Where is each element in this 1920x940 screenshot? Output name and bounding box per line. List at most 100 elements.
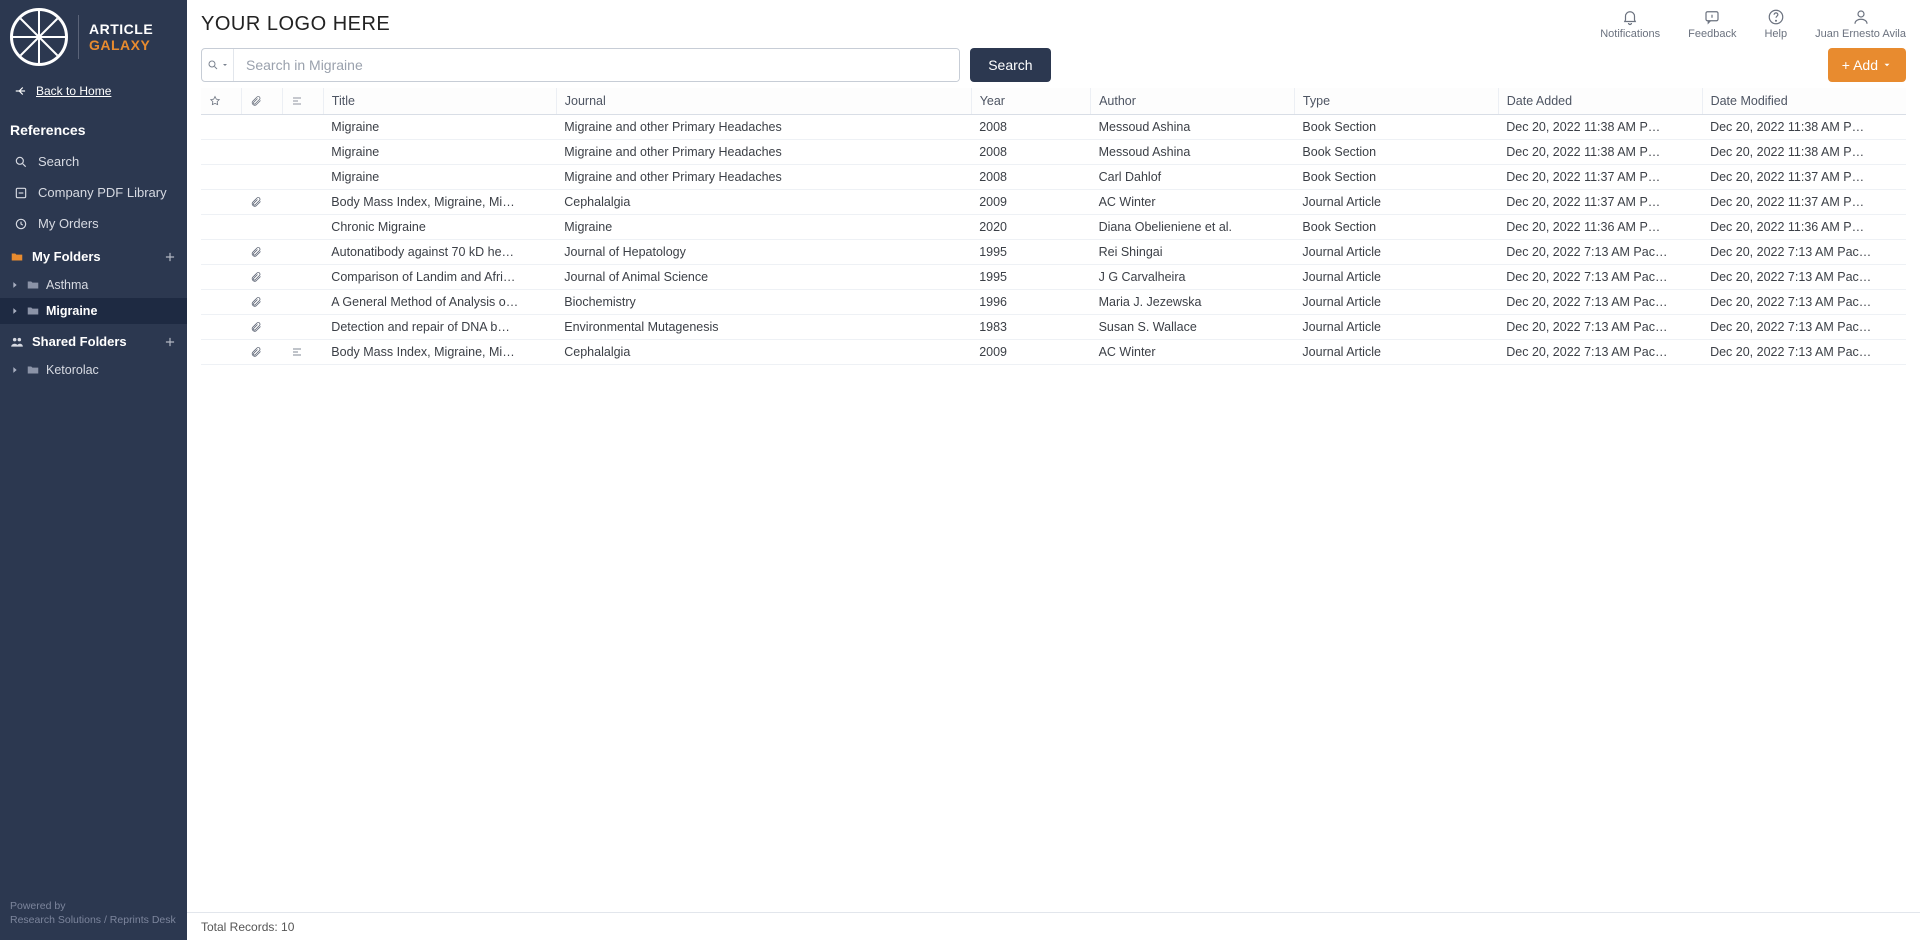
table-row[interactable]: Chronic MigraineMigraine2020Diana Obelie…	[201, 215, 1906, 240]
notifications-button[interactable]: Notifications	[1600, 8, 1660, 40]
add-folder-button[interactable]	[163, 250, 177, 264]
cell-title: Migraine	[323, 115, 556, 140]
cell-title: Body Mass Index, Migraine, Mi…	[323, 340, 556, 365]
cell-journal: Journal of Hepatology	[556, 240, 971, 265]
cell-note[interactable]	[283, 190, 324, 215]
cell-type: Book Section	[1294, 165, 1498, 190]
search-input[interactable]	[234, 49, 959, 81]
cell-star[interactable]	[201, 240, 242, 265]
cell-attachment[interactable]	[242, 140, 283, 165]
folder-label: Migraine	[46, 304, 97, 318]
col-date-added[interactable]: Date Added	[1498, 88, 1702, 115]
table-container[interactable]: Title Journal Year Author Type Date Adde…	[187, 88, 1920, 912]
folder-item[interactable]: Asthma	[0, 272, 187, 298]
table-row[interactable]: MigraineMigraine and other Primary Heada…	[201, 165, 1906, 190]
cell-title: Autonatibody against 70 kD he…	[323, 240, 556, 265]
sidebar-item-my-orders[interactable]: My Orders	[0, 208, 187, 239]
shared-folders-title: Shared Folders	[32, 334, 127, 349]
sidebar-item-search[interactable]: Search	[0, 146, 187, 177]
sidebar-footer: Powered by Research Solutions / Reprints…	[0, 891, 187, 940]
cell-author: Rei Shingai	[1091, 240, 1295, 265]
folder-item[interactable]: Migraine	[0, 298, 187, 324]
paperclip-icon	[250, 321, 275, 333]
col-note[interactable]	[283, 88, 324, 115]
cell-note[interactable]	[283, 340, 324, 365]
cell-star[interactable]	[201, 140, 242, 165]
cell-star[interactable]	[201, 115, 242, 140]
top-action-label: Notifications	[1600, 28, 1660, 40]
cell-attachment[interactable]	[242, 340, 283, 365]
cell-star[interactable]	[201, 165, 242, 190]
cell-note[interactable]	[283, 115, 324, 140]
cell-attachment[interactable]	[242, 315, 283, 340]
cell-attachment[interactable]	[242, 115, 283, 140]
table-row[interactable]: A General Method of Analysis o…Biochemis…	[201, 290, 1906, 315]
cell-attachment[interactable]	[242, 215, 283, 240]
search-scope-dropdown[interactable]	[202, 49, 234, 81]
col-title[interactable]: Title	[323, 88, 556, 115]
col-star[interactable]	[201, 88, 242, 115]
col-type[interactable]: Type	[1294, 88, 1498, 115]
add-button[interactable]: + Add	[1828, 48, 1906, 82]
table-row[interactable]: Comparison of Landim and Afri…Journal of…	[201, 265, 1906, 290]
col-year[interactable]: Year	[971, 88, 1090, 115]
col-date-modified[interactable]: Date Modified	[1702, 88, 1906, 115]
cell-star[interactable]	[201, 315, 242, 340]
table-row[interactable]: MigraineMigraine and other Primary Heada…	[201, 115, 1906, 140]
table-row[interactable]: Detection and repair of DNA b…Environmen…	[201, 315, 1906, 340]
add-shared-folder-button[interactable]	[163, 335, 177, 349]
chevron-right-icon	[10, 280, 20, 290]
cell-attachment[interactable]	[242, 265, 283, 290]
col-journal[interactable]: Journal	[556, 88, 971, 115]
cell-author: Carl Dahlof	[1091, 165, 1295, 190]
folders-icon	[10, 250, 24, 264]
top-action-label: Feedback	[1688, 28, 1736, 40]
cell-note[interactable]	[283, 140, 324, 165]
col-author[interactable]: Author	[1091, 88, 1295, 115]
cell-star[interactable]	[201, 265, 242, 290]
cell-star[interactable]	[201, 340, 242, 365]
my-folders-title: My Folders	[32, 249, 101, 264]
cell-attachment[interactable]	[242, 240, 283, 265]
cell-date-added: Dec 20, 2022 7:13 AM Pac…	[1498, 315, 1702, 340]
search-button[interactable]: Search	[970, 48, 1050, 82]
paperclip-icon	[250, 246, 275, 258]
cell-attachment[interactable]	[242, 165, 283, 190]
main-content: YOUR LOGO HERE Notifications Feedback	[187, 0, 1920, 940]
logo-mark	[10, 8, 68, 66]
cell-type: Journal Article	[1294, 240, 1498, 265]
back-to-home-link[interactable]: Back to Home	[0, 74, 187, 108]
cell-star[interactable]	[201, 190, 242, 215]
cell-title: Detection and repair of DNA b…	[323, 315, 556, 340]
references-table: Title Journal Year Author Type Date Adde…	[201, 88, 1906, 365]
folder-label: Asthma	[46, 278, 88, 292]
cell-date-modified: Dec 20, 2022 7:13 AM Pac…	[1702, 290, 1906, 315]
sidebar-item-label: Company PDF Library	[38, 185, 167, 200]
top-action-label: Juan Ernesto Avila	[1815, 28, 1906, 40]
cell-star[interactable]	[201, 290, 242, 315]
cell-type: Book Section	[1294, 140, 1498, 165]
cell-note[interactable]	[283, 265, 324, 290]
cell-note[interactable]	[283, 240, 324, 265]
logo-divider	[78, 15, 79, 59]
folder-item[interactable]: Ketorolac	[0, 357, 187, 383]
sidebar-item-pdf-library[interactable]: Company PDF Library	[0, 177, 187, 208]
cell-journal: Journal of Animal Science	[556, 265, 971, 290]
cell-attachment[interactable]	[242, 290, 283, 315]
help-button[interactable]: Help	[1764, 8, 1787, 40]
cell-star[interactable]	[201, 215, 242, 240]
cell-attachment[interactable]	[242, 190, 283, 215]
search-icon	[14, 155, 28, 169]
table-row[interactable]: Body Mass Index, Migraine, Mi…Cephalalgi…	[201, 190, 1906, 215]
feedback-button[interactable]: Feedback	[1688, 8, 1736, 40]
cell-date-modified: Dec 20, 2022 11:37 AM P…	[1702, 165, 1906, 190]
user-menu[interactable]: Juan Ernesto Avila	[1815, 8, 1906, 40]
table-row[interactable]: Body Mass Index, Migraine, Mi…Cephalalgi…	[201, 340, 1906, 365]
cell-note[interactable]	[283, 215, 324, 240]
table-row[interactable]: MigraineMigraine and other Primary Heada…	[201, 140, 1906, 165]
col-attachment[interactable]	[242, 88, 283, 115]
cell-note[interactable]	[283, 315, 324, 340]
table-row[interactable]: Autonatibody against 70 kD he…Journal of…	[201, 240, 1906, 265]
cell-note[interactable]	[283, 290, 324, 315]
cell-note[interactable]	[283, 165, 324, 190]
